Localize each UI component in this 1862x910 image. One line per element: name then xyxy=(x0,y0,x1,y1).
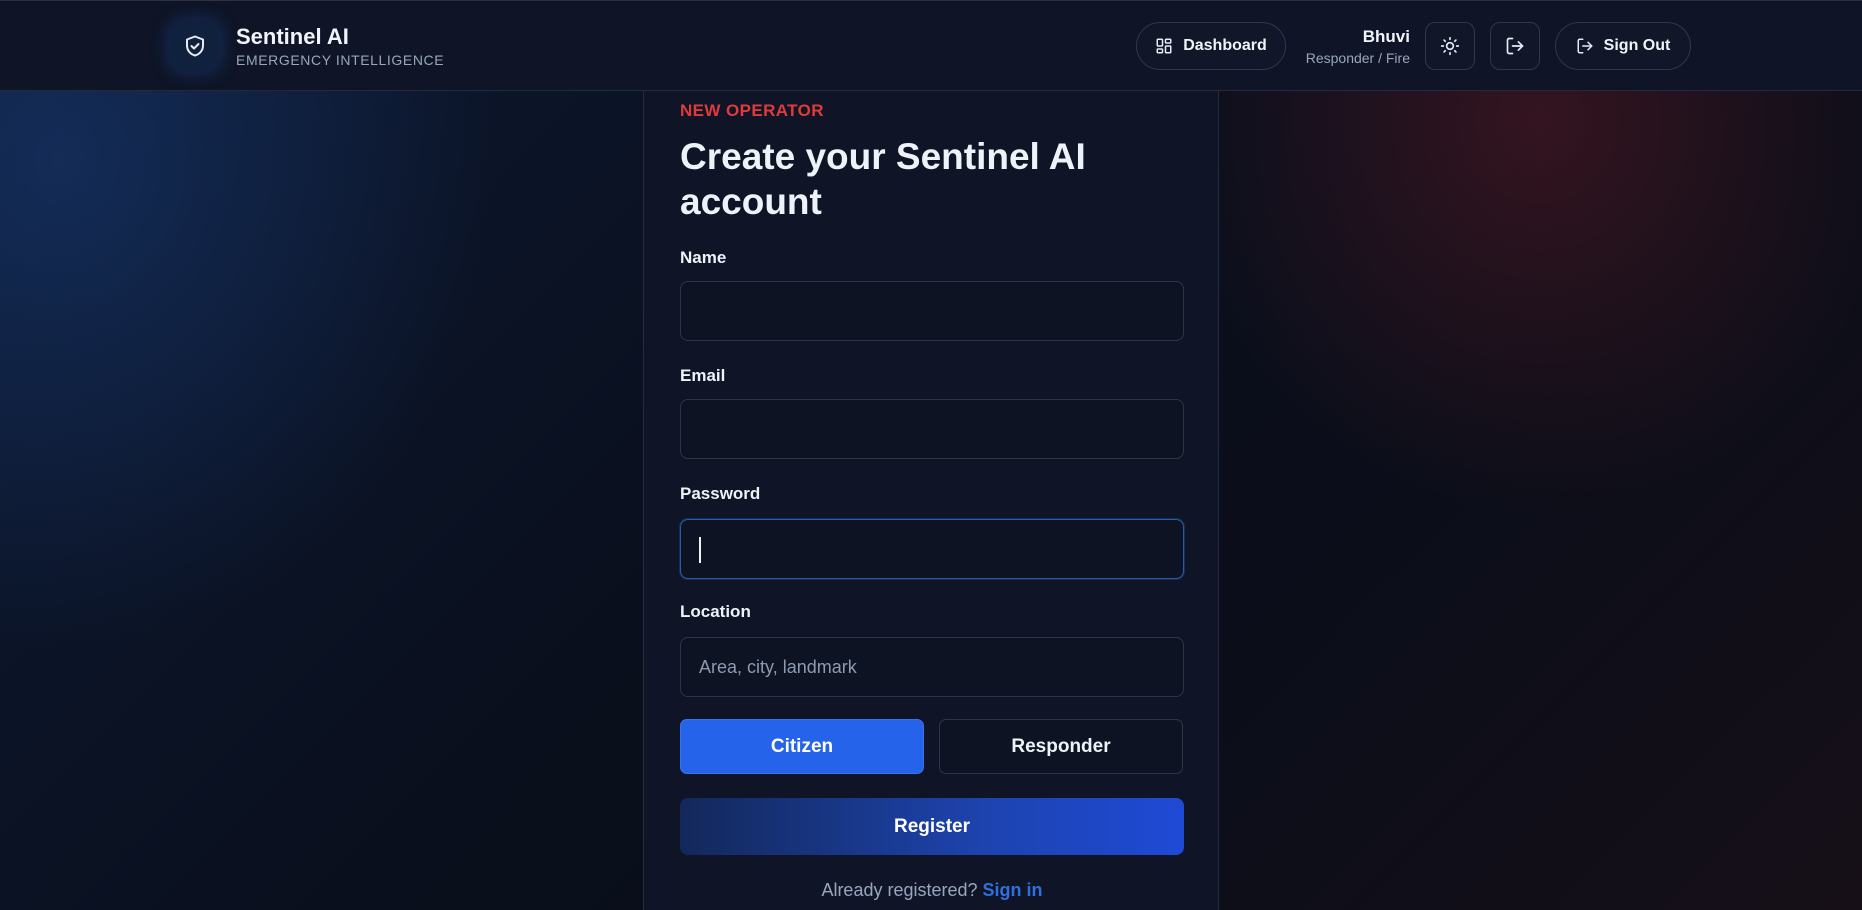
exit-button[interactable] xyxy=(1490,22,1540,70)
user-role: Responder / Fire xyxy=(1305,50,1410,66)
location-input[interactable] xyxy=(680,637,1184,697)
theme-toggle-button[interactable] xyxy=(1425,22,1475,70)
sign-out-label: Sign Out xyxy=(1603,37,1671,54)
role-citizen-button[interactable]: Citizen xyxy=(680,719,924,774)
signin-link[interactable]: Sign in xyxy=(983,880,1043,900)
grid-icon xyxy=(1156,38,1172,54)
dashboard-label: Dashboard xyxy=(1183,37,1267,54)
signin-prompt: Already registered? xyxy=(821,880,978,900)
dashboard-button[interactable]: Dashboard xyxy=(1136,22,1286,70)
sun-icon xyxy=(1440,36,1460,56)
password-input[interactable] xyxy=(680,519,1184,579)
email-label: Email xyxy=(680,366,726,385)
brand-tagline: EMERGENCY INTELLIGENCE xyxy=(236,51,445,68)
brand-name: Sentinel AI xyxy=(236,23,349,49)
signin-prompt-line: Already registered? Sign in xyxy=(644,880,1220,901)
password-label: Password xyxy=(680,484,761,503)
register-button[interactable]: Register xyxy=(680,798,1184,855)
eyebrow-label: NEW OPERATOR xyxy=(680,101,824,120)
brand[interactable]: Sentinel AI EMERGENCY INTELLIGENCE xyxy=(170,21,444,71)
logout-icon xyxy=(1506,37,1524,55)
top-navbar: Sentinel AI EMERGENCY INTELLIGENCE Dashb… xyxy=(0,0,1862,91)
name-input[interactable] xyxy=(680,281,1184,341)
registration-card: NEW OPERATOR Create your Sentinel AI acc… xyxy=(643,91,1219,910)
user-info: Bhuvi Responder / Fire xyxy=(1306,27,1410,67)
location-label: Location xyxy=(680,602,751,621)
email-input[interactable] xyxy=(680,399,1184,459)
user-name: Bhuvi xyxy=(1362,27,1410,46)
shield-check-icon xyxy=(170,21,220,71)
page-title: Create your Sentinel AI account xyxy=(680,136,1086,222)
text-caret xyxy=(699,537,701,563)
name-label: Name xyxy=(680,248,727,267)
sign-out-button[interactable]: Sign Out xyxy=(1555,22,1691,70)
logout-icon xyxy=(1577,38,1593,54)
role-responder-button[interactable]: Responder xyxy=(939,719,1183,774)
